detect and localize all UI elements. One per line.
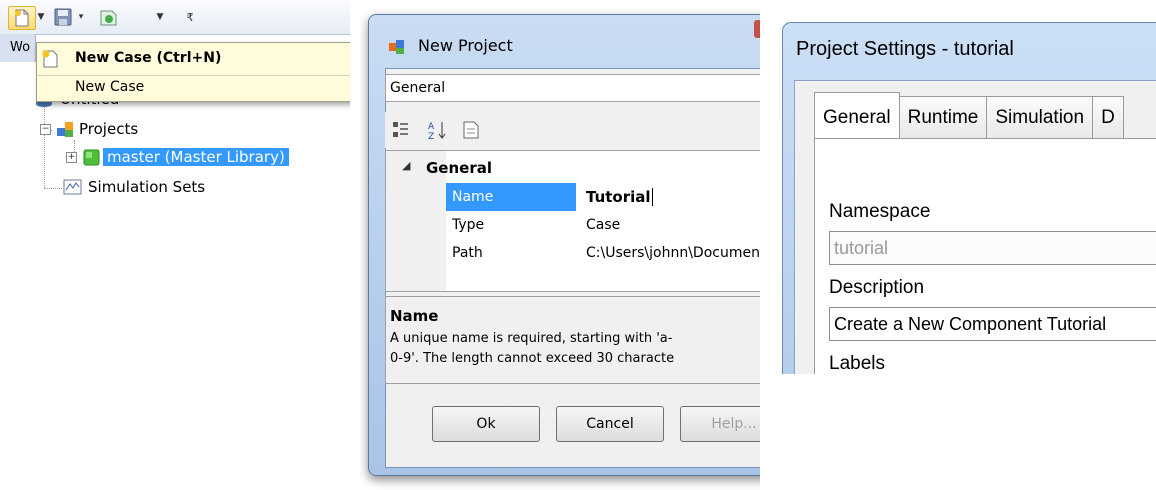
tree-item-master[interactable]: + master (Master Library) bbox=[66, 146, 289, 168]
publish-icon bbox=[100, 10, 117, 26]
help-button[interactable]: Help... bbox=[680, 406, 760, 442]
settings-tab-strip: General Runtime Simulation D bbox=[814, 92, 1124, 139]
category-label: General bbox=[426, 159, 492, 177]
dialog-title: Project Settings - tutorial bbox=[796, 38, 1014, 60]
customize-toolbar-icon[interactable]: ₹ bbox=[184, 6, 196, 28]
help-button-label: Help... bbox=[711, 416, 757, 432]
property-name: Type bbox=[452, 217, 485, 233]
publish-button[interactable] bbox=[92, 6, 126, 28]
tree-item-projects[interactable]: − Projects bbox=[40, 118, 138, 140]
property-grid: ◢ General Name Tutorial Type Case Path C… bbox=[385, 150, 760, 292]
new-dropdown-arrow-icon[interactable]: ▼ bbox=[36, 6, 46, 28]
new-case-icon bbox=[42, 50, 58, 68]
property-row-type[interactable]: Type Case bbox=[386, 211, 760, 239]
menu-item-new-case[interactable]: New Case (Ctrl+N) bbox=[37, 47, 350, 71]
tab-label: General bbox=[823, 107, 891, 128]
dialog-app-icon bbox=[389, 40, 404, 54]
property-name: Name bbox=[446, 183, 576, 211]
save-icon bbox=[54, 8, 72, 26]
tree-item-simulation-sets[interactable]: Simulation Sets bbox=[62, 176, 205, 198]
sort-alphabetical-icon[interactable]: A Z bbox=[427, 120, 449, 140]
tab-simulation[interactable]: Simulation bbox=[986, 96, 1094, 139]
main-toolbar: ▼ ▾ ▼ ₹ bbox=[0, 0, 350, 35]
new-project-dialog: New Project General A Z ◢ General Name T… bbox=[360, 0, 760, 490]
workspace-tab[interactable]: Wo bbox=[0, 34, 36, 62]
new-document-icon bbox=[15, 9, 29, 27]
dialog-title: New Project bbox=[418, 36, 513, 55]
close-button[interactable] bbox=[754, 20, 760, 38]
property-row-path[interactable]: Path C:\Users\johnn\Documen bbox=[386, 239, 760, 267]
publish-dropdown-arrow-icon[interactable]: ▼ bbox=[154, 6, 166, 28]
property-value: C:\Users\johnn\Documen bbox=[586, 245, 760, 261]
namespace-label: Namespace bbox=[829, 201, 931, 222]
tree-item-label: Projects bbox=[79, 120, 139, 138]
tab-general[interactable]: General bbox=[814, 92, 900, 139]
projects-icon bbox=[57, 122, 73, 137]
categorized-icon[interactable] bbox=[391, 120, 411, 140]
tab-runtime[interactable]: Runtime bbox=[898, 96, 988, 139]
property-value: Case bbox=[586, 217, 621, 233]
namespace-value: tutorial bbox=[834, 238, 889, 258]
expand-icon[interactable]: + bbox=[66, 151, 77, 163]
new-case-button[interactable] bbox=[8, 6, 36, 30]
category-field[interactable]: General bbox=[385, 74, 760, 102]
property-name: Path bbox=[452, 245, 483, 261]
property-help-pane: Name A unique name is required, starting… bbox=[385, 296, 760, 384]
property-grid-toolbar: A Z bbox=[385, 112, 760, 148]
category-value: General bbox=[390, 80, 446, 96]
property-row-name[interactable]: Name Tutorial bbox=[386, 183, 760, 211]
workspace-tab-label: Wo bbox=[10, 40, 31, 55]
cancel-button[interactable]: Cancel bbox=[556, 406, 664, 442]
property-value: Tutorial bbox=[586, 188, 651, 206]
help-text-line2: 0-9'. The length cannot exceed 30 charac… bbox=[390, 351, 675, 366]
save-button[interactable] bbox=[52, 6, 74, 28]
ok-button[interactable]: Ok bbox=[432, 406, 540, 442]
cancel-button-label: Cancel bbox=[586, 416, 634, 432]
general-tab-page: Namespace tutorial Description Create a … bbox=[814, 138, 1156, 374]
svg-text:Z: Z bbox=[428, 132, 434, 140]
library-cube-icon bbox=[83, 149, 100, 166]
tab-label: Runtime bbox=[907, 107, 979, 128]
description-value: Create a New Component Tutorial bbox=[834, 314, 1107, 334]
simulation-sets-icon bbox=[63, 179, 82, 195]
tab-label: Simulation bbox=[995, 107, 1085, 128]
property-pages-icon[interactable] bbox=[461, 120, 481, 140]
ok-button-label: Ok bbox=[476, 416, 496, 432]
help-text-line1: A unique name is required, starting with… bbox=[390, 331, 673, 346]
save-dropdown-arrow-icon[interactable]: ▾ bbox=[76, 6, 86, 28]
project-settings-dialog: Project Settings - tutorial General Runt… bbox=[762, 0, 1156, 374]
description-field[interactable]: Create a New Component Tutorial bbox=[829, 307, 1156, 341]
description-label: Description bbox=[829, 277, 925, 298]
tree-item-label: Simulation Sets bbox=[88, 178, 206, 196]
svg-text:A: A bbox=[428, 122, 435, 132]
labels-label: Labels bbox=[829, 353, 885, 374]
tab-d[interactable]: D bbox=[1092, 96, 1124, 139]
namespace-field[interactable]: tutorial bbox=[829, 231, 1156, 265]
help-title: Name bbox=[390, 307, 439, 325]
new-case-dropdown-menu: New Case (Ctrl+N) New Case bbox=[36, 42, 350, 102]
project-explorer-panel: ▼ ▾ ▼ ₹ Wo Untitled bbox=[0, 0, 350, 215]
tooltip-text: New Case bbox=[75, 79, 145, 95]
tree-item-label: master (Master Library) bbox=[103, 148, 289, 166]
menu-item-label: New Case (Ctrl+N) bbox=[75, 50, 222, 66]
menu-item-tooltip: New Case bbox=[37, 75, 350, 98]
category-row-general[interactable]: ◢ General bbox=[386, 155, 760, 183]
collapse-triangle-icon[interactable]: ◢ bbox=[402, 159, 410, 172]
collapse-icon[interactable]: − bbox=[40, 123, 51, 135]
tab-label: D bbox=[1101, 107, 1115, 128]
property-value-input[interactable]: Tutorial bbox=[586, 183, 653, 211]
